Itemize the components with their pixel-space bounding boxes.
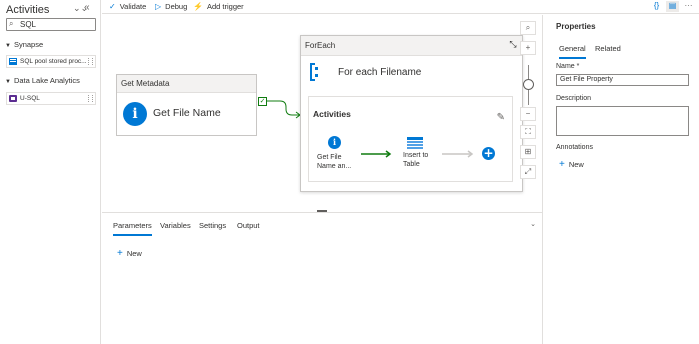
auto-align-icon[interactable]: ⊞	[520, 145, 536, 159]
search-icon[interactable]: ⌕	[520, 21, 536, 35]
search-value: SQL	[20, 20, 37, 29]
inner-activity-label: Insert to Table	[403, 152, 429, 168]
activity-label: U-SQL	[20, 95, 40, 102]
description-field[interactable]	[556, 106, 689, 136]
sql-pool-icon	[9, 58, 17, 65]
annotations-label: Annotations	[556, 144, 593, 151]
activity-label: SQL pool stored proc...	[20, 58, 86, 65]
hide-pane-icon[interactable]: «	[84, 2, 90, 13]
activities-pane: Activities ⌄⌄ « ⌕ SQL ▼ Synapse SQL pool …	[0, 0, 101, 344]
chevron-down-icon[interactable]: ⌄	[530, 220, 536, 228]
collapse-icon[interactable]: ⤡	[507, 39, 519, 51]
tab-settings[interactable]: Settings	[199, 221, 226, 230]
copy-data-icon	[407, 137, 423, 149]
name-label: Name *	[556, 63, 580, 70]
add-trigger-button[interactable]: ⚡ Add trigger	[193, 2, 244, 11]
canvas-tools: ⌕ + − ⛶ ⊞ ⤢	[520, 21, 538, 185]
tab-general[interactable]: General	[559, 44, 586, 59]
drag-handle-icon[interactable]	[88, 95, 93, 102]
zoom-in-icon[interactable]: +	[520, 41, 536, 55]
new-parameter-button[interactable]: + New	[117, 248, 142, 259]
more-icon[interactable]: ···	[682, 1, 695, 12]
name-field[interactable]: Get File Property	[556, 74, 689, 86]
zoom-slider-thumb[interactable]	[523, 79, 534, 90]
resize-handle[interactable]	[317, 210, 327, 212]
bottom-panel: Parameters Variables Settings Output ⌄ +…	[102, 210, 542, 344]
search-icon: ⌕	[9, 19, 14, 28]
validate-button[interactable]: ✓ Validate	[109, 2, 146, 11]
foreach-icon	[310, 63, 318, 81]
debug-button[interactable]: ▷ Debug	[155, 2, 187, 11]
tab-related[interactable]: Related	[595, 44, 621, 53]
u-sql-icon	[9, 95, 17, 102]
pipeline-canvas[interactable]: Get Metadata i Get File Name ✓ ForEach ⤡…	[102, 15, 542, 211]
activity-name: For each Filename	[338, 67, 422, 78]
pipeline-toolbar: ✓ Validate ▷ Debug ⚡ Add trigger {} ▤ ···	[102, 0, 699, 14]
activities-search-input[interactable]: ⌕ SQL	[6, 18, 96, 31]
plus-icon: +	[559, 159, 565, 170]
inner-activities-panel[interactable]: Activities ✎ i Get File Name an... Inser…	[308, 96, 513, 182]
properties-title: Properties	[556, 22, 596, 31]
plus-icon: +	[117, 248, 123, 259]
success-output-port[interactable]: ✓	[258, 97, 267, 106]
play-icon: ▷	[155, 2, 162, 11]
chevron-down-icon: ▼	[5, 79, 11, 85]
activity-sql-pool-stored-proc[interactable]: SQL pool stored proc...	[6, 55, 96, 68]
check-icon: ✓	[109, 2, 116, 11]
activities-title: Activities	[6, 4, 50, 16]
code-icon[interactable]: {}	[650, 1, 663, 12]
activity-header: ForEach	[301, 36, 522, 56]
tab-output[interactable]: Output	[237, 221, 260, 230]
info-icon: i	[123, 102, 147, 126]
activity-name: Get File Name	[153, 107, 221, 119]
new-annotation-button[interactable]: + New	[559, 159, 584, 170]
drag-handle-icon[interactable]	[88, 58, 93, 65]
properties-pane: Properties General Related Name * Get Fi…	[542, 15, 699, 344]
tab-variables[interactable]: Variables	[160, 221, 191, 230]
get-metadata-activity[interactable]: Get Metadata i Get File Name	[116, 74, 257, 136]
chevron-down-icon: ▼	[5, 43, 11, 49]
trigger-icon: ⚡	[193, 2, 203, 11]
foreach-activity[interactable]: ForEach ⤡ For each Filename Activities ✎…	[300, 35, 523, 192]
zoom-out-icon[interactable]: −	[520, 107, 536, 121]
category-synapse[interactable]: ▼ Synapse	[5, 40, 43, 49]
activity-u-sql[interactable]: U-SQL	[6, 92, 96, 105]
add-activity-button[interactable]: +	[482, 147, 495, 160]
description-label: Description	[556, 95, 592, 102]
expand-icon[interactable]: ⤢	[520, 165, 536, 179]
toolbar-right-group: {} ▤ ···	[647, 1, 695, 12]
tab-parameters[interactable]: Parameters	[113, 221, 152, 236]
properties-icon[interactable]: ▤	[666, 1, 679, 12]
category-data-lake-analytics[interactable]: ▼ Data Lake Analytics	[5, 76, 80, 85]
activity-header: Get Metadata	[117, 75, 256, 93]
fit-to-screen-icon[interactable]: ⛶	[520, 125, 536, 139]
